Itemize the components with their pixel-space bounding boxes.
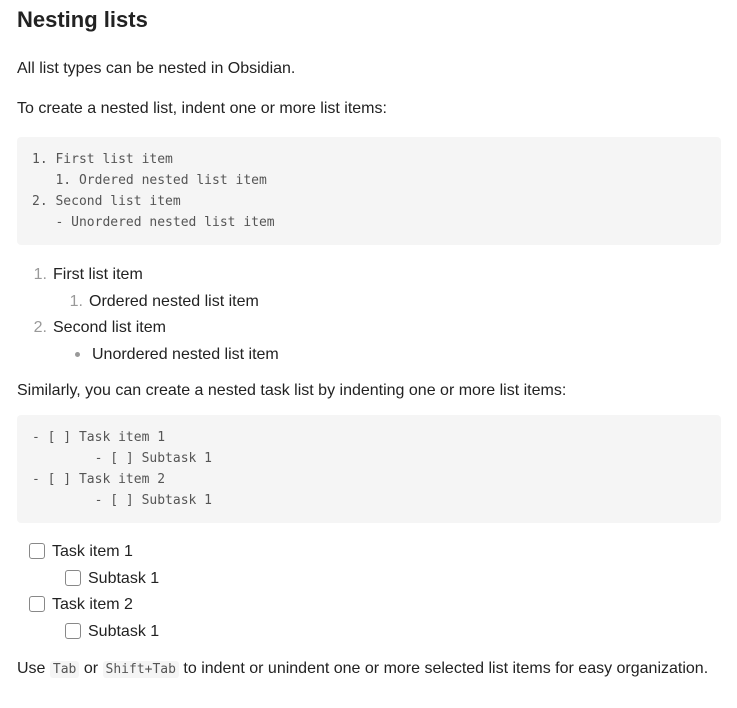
list-item-text: Second list item (53, 319, 166, 336)
code-line: 2. Second list item (32, 194, 181, 209)
footer-paragraph: Use Tab or Shift+Tab to indent or uninde… (17, 645, 721, 680)
task-checkbox[interactable] (65, 569, 81, 586)
task-text: Task item 2 (52, 596, 133, 613)
footer-text: to indent or unindent one or more select… (178, 660, 709, 677)
footer-text: Use (17, 660, 50, 677)
list-item-nested: Unordered nested list item (17, 342, 721, 369)
task-item: Task item 2 (17, 592, 721, 619)
inline-code-tab: Tab (49, 661, 80, 678)
code-line: - [ ] Task item 1 (32, 430, 166, 445)
task-text: Task item 1 (52, 543, 133, 560)
footer-text: or (79, 660, 103, 677)
list-number: 1. (69, 292, 83, 310)
code-line: 1. First list item (32, 152, 173, 167)
code-line: - [ ] Subtask 1 (32, 493, 213, 508)
task-text: Subtask 1 (88, 622, 160, 640)
code-line: - [ ] Subtask 1 (32, 451, 213, 466)
rendered-task-list: Task item 1 Subtask 1 Task item 2 Subtas… (17, 539, 721, 645)
list-item-text: Ordered nested list item (89, 292, 259, 310)
list-number: 1. (33, 266, 47, 283)
task-item: Task item 1 (17, 539, 721, 566)
code-line: - [ ] Task item 2 (32, 472, 166, 487)
code-block-task-list: - [ ] Task item 1 - [ ] Subtask 1 - [ ] T… (17, 415, 721, 523)
intro-paragraph: All list types can be nested in Obsidian… (17, 60, 296, 77)
list-item: 1. First list item (17, 262, 721, 289)
task-intro-paragraph: Similarly, you can create a nested task … (17, 382, 567, 399)
task-text: Subtask 1 (88, 569, 160, 587)
subtask-item: Subtask 1 (17, 619, 721, 646)
task-checkbox[interactable] (29, 596, 45, 612)
list-item-text: Unordered nested list item (92, 345, 279, 363)
code-block-nested-list: 1. First list item 1. Ordered nested lis… (17, 137, 721, 245)
subtask-item: Subtask 1 (17, 566, 721, 593)
page-title: Nesting lists (17, 7, 148, 32)
task-checkbox[interactable] (29, 543, 45, 559)
rendered-nested-list: 1. First list item 1. Ordered nested list … (17, 262, 721, 368)
inline-code-shift-tab: Shift+Tab (102, 661, 179, 678)
list-item-nested: 1. Ordered nested list item (17, 289, 721, 316)
instruction-paragraph: To create a nested list, indent one or m… (17, 100, 387, 117)
list-number: 2. (33, 319, 47, 336)
document: Nesting lists All list types can be nest… (0, 0, 737, 680)
list-item-text: First list item (53, 266, 143, 283)
code-line: - Unordered nested list item (32, 215, 275, 230)
list-item: 2. Second list item (17, 315, 721, 342)
bullet-icon (75, 351, 80, 357)
code-line: 1. Ordered nested list item (32, 173, 267, 188)
task-checkbox[interactable] (65, 622, 81, 639)
